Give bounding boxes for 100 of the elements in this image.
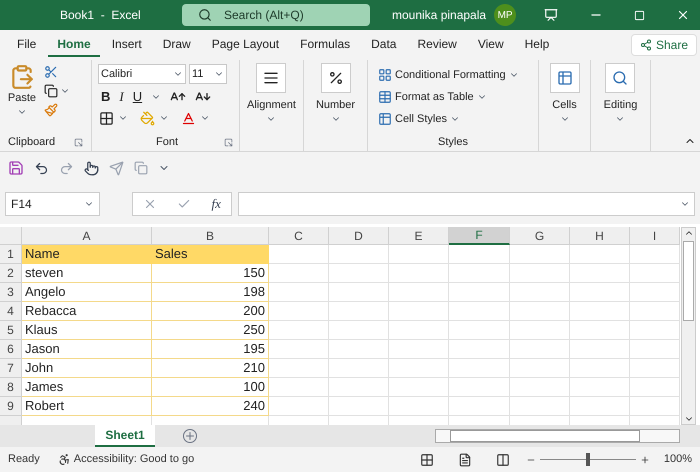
row-header[interactable]: 9	[0, 397, 22, 416]
table-cell: Angelo	[22, 283, 152, 302]
cut-icon[interactable]	[44, 65, 58, 79]
empty-cell	[510, 340, 570, 359]
touch-mode-icon[interactable]	[84, 160, 99, 176]
empty-cell	[389, 302, 449, 321]
accessibility-icon	[58, 453, 71, 466]
zoom-in-icon[interactable]	[640, 454, 650, 464]
page-break-icon[interactable]	[496, 452, 510, 466]
row-header[interactable]: 4	[0, 302, 22, 321]
table-cell: Robert	[22, 397, 152, 416]
column-header[interactable]: C	[269, 227, 329, 245]
zoom-slider-thumb[interactable]	[586, 453, 590, 466]
empty-cell	[449, 340, 510, 359]
row-header[interactable]: 7	[0, 359, 22, 378]
row-header[interactable]: 1	[0, 245, 22, 264]
undo-icon[interactable]	[34, 160, 49, 176]
row-header[interactable]: 8	[0, 378, 22, 397]
dialog-launcher-icon[interactable]	[224, 138, 233, 146]
empty-cell	[449, 264, 510, 283]
ribbon-tab[interactable]: Draw	[154, 33, 200, 57]
column-header[interactable]: D	[329, 227, 389, 245]
formula-input[interactable]	[238, 192, 695, 216]
ribbon-tab[interactable]: Formulas	[291, 33, 360, 57]
italic-button[interactable]: I	[119, 87, 124, 106]
empty-cell	[630, 264, 680, 283]
group-label: Clipboard	[8, 134, 56, 150]
table-cell: 200	[152, 302, 269, 321]
user-avatar[interactable]: MP	[494, 4, 516, 26]
cells-button[interactable]: Cells	[550, 63, 580, 124]
row-header[interactable]: 6	[0, 340, 22, 359]
copy-icon[interactable]	[44, 84, 58, 98]
ribbon-tab[interactable]: View	[468, 33, 513, 57]
row-header[interactable]: 2	[0, 264, 22, 283]
zoom-level: 100%	[664, 452, 692, 468]
borders-icon[interactable]	[99, 110, 114, 126]
alignment-button[interactable]: Alignment	[247, 63, 296, 124]
search-placeholder: Search (Alt+Q)	[224, 7, 304, 24]
editing-button[interactable]: Editing	[604, 63, 638, 124]
ribbon-tab[interactable]: Review	[408, 33, 466, 57]
empty-cell	[510, 245, 570, 264]
empty-cell	[510, 359, 570, 378]
share-button[interactable]: Share	[630, 34, 697, 56]
name-box[interactable]: F14	[5, 192, 100, 216]
paste-button[interactable]: Paste	[4, 64, 40, 116]
styles-menu-button[interactable]: Cell Styles	[378, 108, 538, 130]
insert-function-button[interactable]: fx	[212, 194, 221, 214]
table-cell: 100	[152, 378, 269, 397]
empty-cell	[630, 397, 680, 416]
empty-cell	[510, 397, 570, 416]
empty-cell	[269, 340, 329, 359]
add-sheet-icon[interactable]	[183, 429, 197, 443]
editing-icon	[605, 63, 636, 93]
window-title: Book1 - Excel	[60, 7, 142, 24]
empty-cell	[329, 321, 389, 340]
empty-cell	[449, 397, 510, 416]
font-color-icon[interactable]	[181, 110, 196, 126]
maximize-icon[interactable]	[634, 10, 646, 20]
underline-button[interactable]: U	[132, 87, 142, 106]
table-cell: steven	[22, 264, 152, 283]
ribbon-tab[interactable]: Home	[48, 33, 100, 57]
empty-cell	[389, 397, 449, 416]
styles-menu-button[interactable]: Conditional Formatting	[378, 64, 538, 86]
ribbon-tab[interactable]: Page Layout	[202, 33, 288, 57]
column-header[interactable]: H	[570, 227, 630, 245]
column-header[interactable]: I	[630, 227, 680, 245]
fill-color-icon[interactable]	[140, 110, 155, 126]
empty-cell	[329, 302, 389, 321]
table-cell: Klaus	[22, 321, 152, 340]
accessibility-status: Accessibility: Good to go	[74, 452, 194, 468]
empty-cell	[630, 283, 680, 302]
ribbon-tab[interactable]: File	[8, 33, 46, 57]
sheet-tab[interactable]: Sheet1	[95, 425, 155, 447]
group-label: Styles	[438, 134, 468, 150]
column-header[interactable]: F	[449, 227, 510, 245]
ribbon-tab[interactable]: Insert	[102, 33, 151, 57]
search-field[interactable]: Search (Alt+Q)	[182, 4, 370, 26]
column-header[interactable]: G	[510, 227, 570, 245]
row-header[interactable]: 5	[0, 321, 22, 340]
style-icon	[378, 68, 392, 82]
format-painter-icon[interactable]	[44, 103, 58, 117]
horizontal-scrollbar[interactable]	[435, 429, 680, 443]
bold-button[interactable]: B	[101, 87, 110, 106]
number-button[interactable]: Number	[316, 63, 356, 124]
dialog-launcher-icon[interactable]	[74, 138, 83, 146]
save-icon[interactable]	[8, 160, 24, 176]
table-cell: Jason	[22, 340, 152, 359]
alignment-icon	[256, 63, 286, 93]
page-layout-icon[interactable]	[458, 452, 472, 466]
empty-cell	[570, 378, 630, 397]
font-name-field[interactable]: Calibri	[98, 64, 186, 84]
row-header[interactable]: 3	[0, 283, 22, 302]
ribbon-tab[interactable]: Help	[516, 33, 558, 57]
styles-menu-button[interactable]: Format as Table	[378, 86, 538, 108]
ribbon-tab[interactable]: Data	[362, 33, 406, 57]
vertical-scrollbar[interactable]	[681, 227, 696, 425]
normal-view-icon[interactable]	[420, 452, 434, 466]
table-cell: 150	[152, 264, 269, 283]
empty-cell	[630, 340, 680, 359]
font-size-field[interactable]: 11	[189, 64, 227, 84]
